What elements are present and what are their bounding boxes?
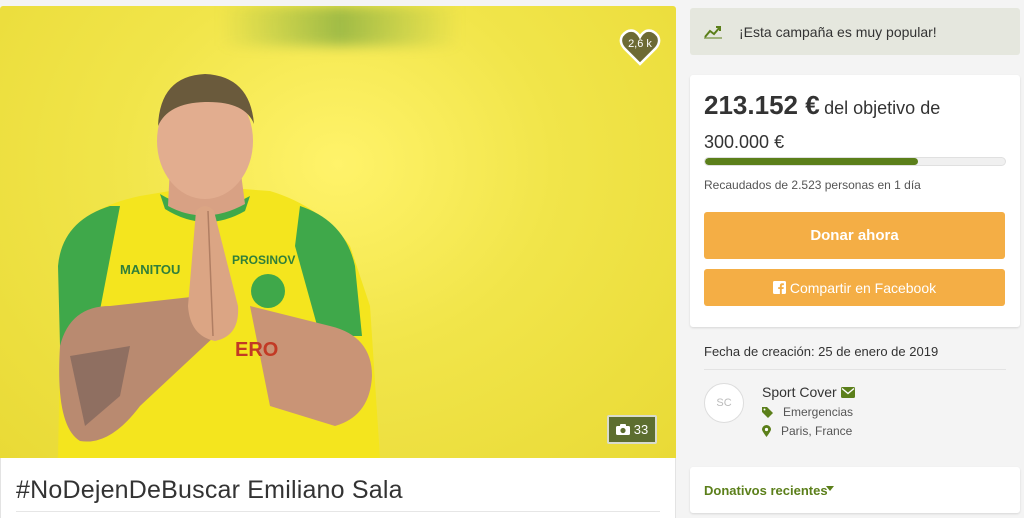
popular-campaign-banner: ¡Esta campaña es muy popular! — [690, 8, 1020, 55]
facebook-icon — [772, 281, 786, 294]
campaign-title: #NoDejenDeBuscar Emiliano Sala — [16, 476, 403, 504]
envelope-icon[interactable] — [840, 386, 855, 398]
likes-count: 2,6 k — [628, 38, 652, 50]
map-pin-icon — [762, 425, 771, 437]
camera-icon — [615, 424, 630, 435]
location-line: Paris, France — [762, 424, 852, 438]
recent-donations-label: Donativos recientes — [704, 483, 828, 498]
likes-heart-badge[interactable]: 2,6 k — [619, 28, 661, 66]
trend-up-icon — [704, 25, 722, 38]
amount-raised: 213.152 € — [704, 90, 820, 120]
donate-button[interactable]: Donar ahora — [704, 212, 1005, 259]
funding-summary: 213.152 € del objetivo de 300.000 € — [704, 89, 1004, 160]
creation-date: Fecha de creación: 25 de enero de 2019 — [704, 344, 939, 359]
donation-card: 213.152 € del objetivo de 300.000 € Reca… — [690, 75, 1020, 327]
recent-donations-toggle[interactable]: Donativos recientes — [690, 467, 1020, 513]
tag-icon — [762, 406, 773, 418]
player-photo: MANITOU PROSINOV ERO — [58, 74, 380, 458]
goal-amount: 300.000 € — [704, 132, 785, 152]
organizer-name[interactable]: Sport Cover — [762, 384, 837, 400]
svg-text:ERO: ERO — [235, 339, 278, 361]
organizer[interactable]: Sport Cover — [762, 384, 855, 400]
goal-label: del objetivo de — [824, 98, 941, 118]
popular-text: ¡Esta campaña es muy popular! — [739, 23, 937, 40]
donors-note: Recaudados de 2.523 personas en 1 día — [704, 178, 921, 192]
location-label: Paris, France — [781, 424, 853, 438]
photo-count: 33 — [633, 422, 649, 437]
campaign-title-bar: #NoDejenDeBuscar Emiliano Sala — [0, 458, 676, 518]
svg-text:PROSINOV: PROSINOV — [232, 253, 295, 267]
category-line[interactable]: Emergencias — [762, 405, 853, 419]
divider — [16, 511, 660, 512]
avatar[interactable]: SC — [704, 383, 744, 423]
chevron-down-icon — [826, 486, 834, 491]
divider — [704, 369, 1006, 370]
campaign-details: Fecha de creación: 25 de enero de 2019 S… — [690, 327, 1020, 457]
progress-fill — [705, 158, 918, 165]
campaign-hero-image[interactable]: MANITOU PROSINOV ERO 2,6 k 33 — [0, 6, 676, 458]
share-facebook-label: Compartir en Facebook — [789, 279, 937, 296]
category-label[interactable]: Emergencias — [783, 405, 853, 419]
progress-bar — [704, 157, 1006, 166]
photo-gallery-button[interactable]: 33 — [607, 415, 657, 444]
svg-text:MANITOU: MANITOU — [120, 262, 180, 277]
share-facebook-button[interactable]: Compartir en Facebook — [704, 269, 1005, 306]
